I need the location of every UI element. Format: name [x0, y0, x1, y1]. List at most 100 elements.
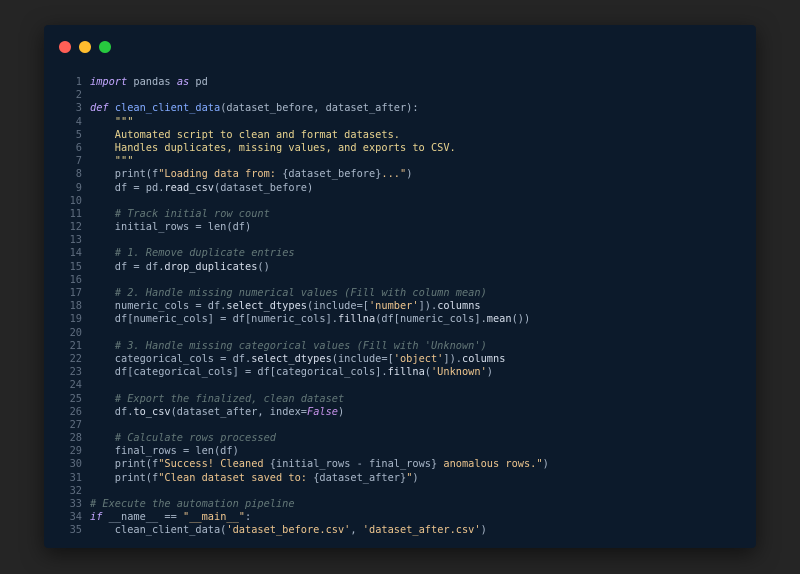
line-number: 1 — [75, 76, 82, 88]
code-token: df[categorical_cols] = df[categorical_co… — [90, 366, 388, 379]
code-token: to_csv — [133, 405, 171, 418]
line-number: 18 — [69, 300, 82, 313]
code-line: 29 final_rows = len(df) — [44, 445, 756, 458]
code-line: 7 """ — [44, 155, 756, 168]
code-line: 33 # Execute the automation pipeline — [44, 498, 756, 511]
code-line: 20 — [44, 327, 756, 340]
line-source: Handles duplicates, missing values, and … — [82, 142, 456, 155]
code-token: select_dtypes — [251, 352, 332, 365]
code-token: {dataset_before} — [282, 168, 382, 181]
close-window-dot-icon[interactable] — [59, 41, 71, 53]
line-source — [82, 89, 90, 102]
maximize-window-dot-icon[interactable] — [99, 41, 111, 53]
window-titlebar — [44, 25, 756, 69]
code-line: 15 df = df.drop_duplicates() — [44, 261, 756, 274]
code-token: columns — [437, 300, 481, 313]
line-number: 33 — [69, 498, 82, 510]
code-token: 'Unknown' — [430, 366, 487, 379]
code-line: 14 # 1. Remove duplicate entries — [44, 247, 756, 260]
code-token: # 1. Remove duplicate entries — [114, 247, 295, 260]
line-number: 19 — [69, 313, 82, 326]
code-token: (dataset_after, index= — [170, 405, 307, 418]
code-line: 8 print(f"Loading data from: {dataset_be… — [44, 168, 756, 181]
code-token: __name__ == — [102, 511, 183, 524]
line-source: print(f"Success! Cleaned {initial_rows -… — [82, 458, 549, 471]
code-token: Handles duplicates, missing values, and … — [90, 141, 456, 154]
code-line: 21 # 3. Handle missing categorical value… — [44, 340, 756, 353]
code-line: 17 # 2. Handle missing numerical values … — [44, 287, 756, 300]
line-number: 11 — [69, 207, 82, 220]
line-number: 25 — [69, 392, 82, 405]
code-token: ) — [542, 458, 549, 471]
code-line: 25 # Export the finalized, clean dataset — [44, 393, 756, 406]
code-token: pd — [189, 76, 208, 88]
code-token: (df[numeric_cols]. — [375, 313, 487, 326]
code-token: print(f — [90, 471, 159, 484]
code-token: (include=[ — [306, 300, 369, 313]
code-token: 'number' — [368, 300, 419, 313]
line-source: # Export the finalized, clean dataset — [82, 393, 344, 406]
code-token: # 2. Handle missing numerical values (Fi… — [114, 287, 487, 299]
line-number: 7 — [75, 155, 82, 168]
code-line: 28 # Calculate rows processed — [44, 432, 756, 445]
line-source: Automated script to clean and format dat… — [82, 129, 400, 142]
line-number: 32 — [69, 484, 82, 497]
code-token: as — [176, 76, 190, 88]
line-number: 4 — [75, 115, 82, 128]
line-source: final_rows = len(df) — [82, 445, 239, 458]
line-number: 14 — [69, 247, 82, 260]
code-line: 24 — [44, 379, 756, 392]
code-line: 35 clean_client_data('dataset_before.csv… — [44, 524, 756, 537]
line-source: numeric_cols = df.select_dtypes(include=… — [82, 300, 481, 313]
code-token: {initial_rows - final_rows} — [269, 458, 438, 471]
line-number: 10 — [69, 194, 82, 207]
code-editor: 1 import pandas as pd 2 3 def clean_client_d… — [44, 76, 756, 538]
code-line: 27 — [44, 419, 756, 432]
line-number: 35 — [69, 524, 82, 537]
code-line: 32 — [44, 485, 756, 498]
line-source: print(f"Loading data from: {dataset_befo… — [82, 168, 413, 181]
code-token: , — [350, 524, 363, 537]
code-line: 16 — [44, 274, 756, 287]
line-source: if __name__ == "__main__": — [82, 511, 251, 524]
code-token: import — [90, 76, 128, 88]
line-number: 29 — [69, 445, 82, 458]
line-source — [82, 419, 90, 432]
code-token: df[numeric_cols] = df[numeric_cols]. — [90, 313, 338, 326]
line-number: 6 — [75, 141, 82, 154]
minimize-window-dot-icon[interactable] — [79, 41, 91, 53]
code-token: "Success! Cleaned — [158, 458, 270, 471]
code-token: False — [307, 405, 338, 418]
line-number: 20 — [69, 326, 82, 339]
line-source: import pandas as pd — [82, 76, 208, 89]
code-token: () — [257, 260, 270, 273]
line-source — [82, 274, 90, 287]
code-token: columns — [462, 352, 506, 365]
code-line: 19 df[numeric_cols] = df[numeric_cols].f… — [44, 313, 756, 326]
line-number: 21 — [69, 339, 82, 352]
line-number: 24 — [69, 379, 82, 392]
code-token: pandas — [127, 76, 177, 88]
line-number: 3 — [75, 102, 82, 115]
line-number: 34 — [69, 511, 82, 524]
code-token: ]). — [443, 352, 462, 365]
code-token: ) — [338, 405, 345, 418]
line-number: 12 — [69, 221, 82, 234]
line-source: """ — [82, 116, 134, 129]
code-token: clean_client_data( — [90, 524, 227, 537]
code-token: df = pd. — [90, 181, 165, 194]
code-line: 26 df.to_csv(dataset_after, index=False) — [44, 406, 756, 419]
code-line: 11 # Track initial row count — [44, 208, 756, 221]
line-source — [82, 327, 90, 340]
code-line: 6 Handles duplicates, missing values, an… — [44, 142, 756, 155]
code-token: """ — [90, 155, 134, 168]
code-token: ()) — [511, 313, 531, 326]
code-token: anomalous rows." — [437, 458, 543, 471]
code-token: # Track initial row count — [114, 207, 270, 220]
code-token: # Calculate rows processed — [114, 432, 276, 445]
code-token: numeric_cols = df. — [90, 300, 227, 313]
